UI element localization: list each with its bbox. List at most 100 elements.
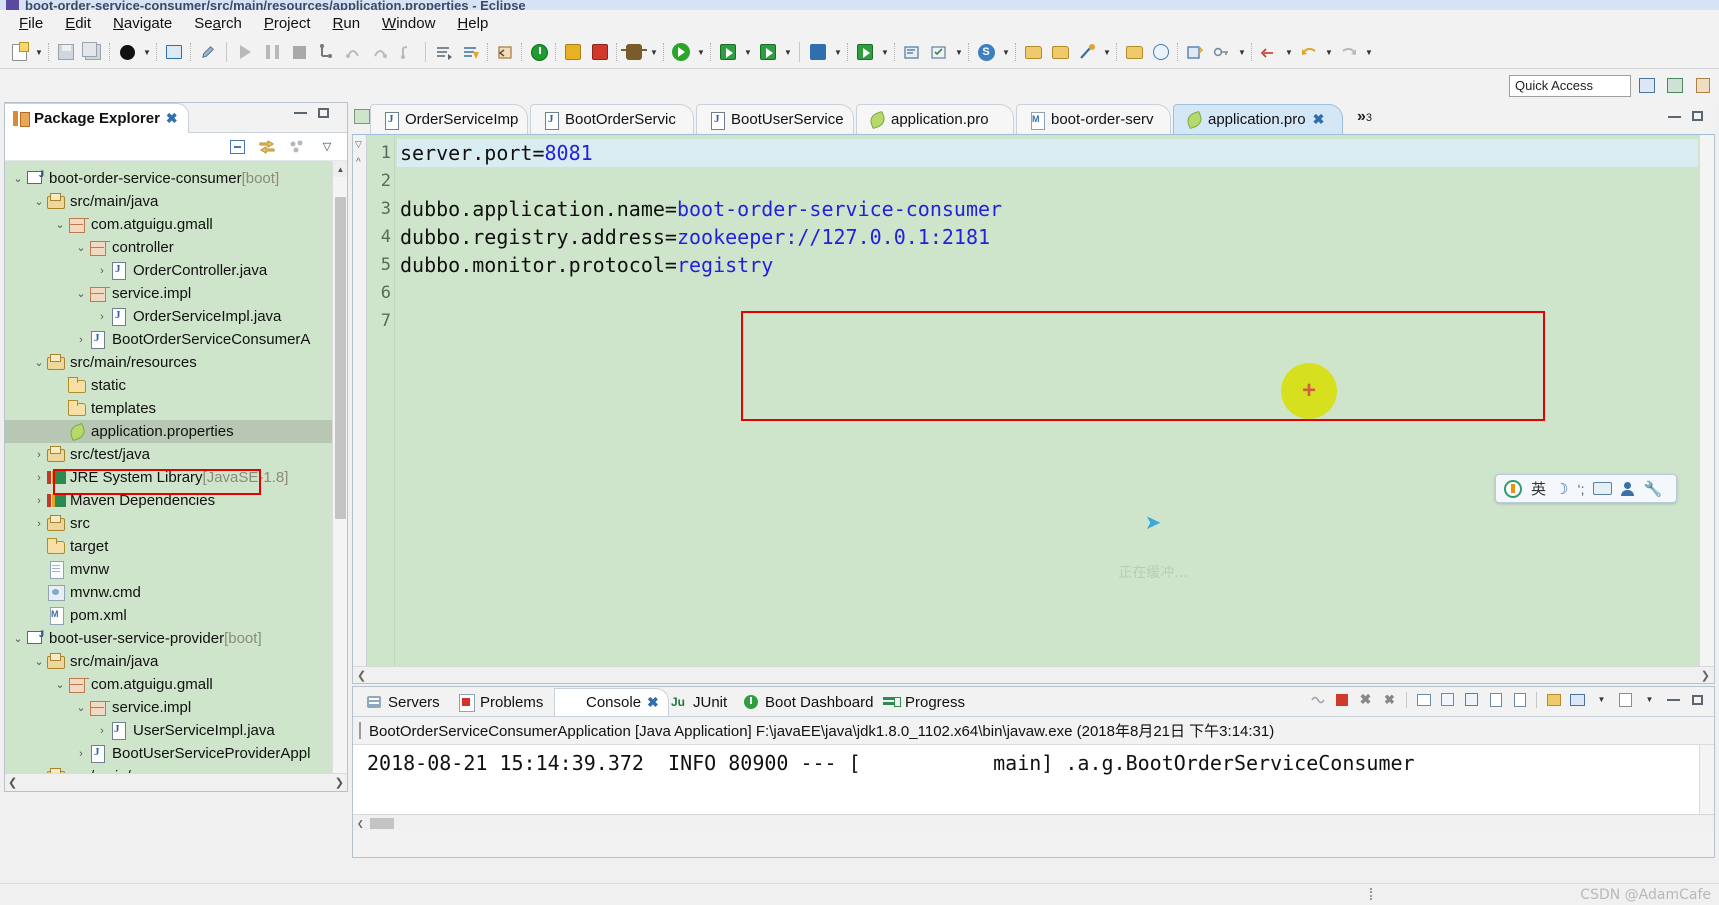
- new-console-view-icon[interactable]: [1567, 689, 1588, 710]
- console-tab[interactable]: JUnit: [662, 688, 736, 716]
- console-scroll-left-icon[interactable]: ❮: [357, 817, 364, 830]
- scroll-thumb[interactable]: [335, 197, 346, 519]
- editor-tab[interactable]: BootUserService: [696, 104, 854, 134]
- resize-handle[interactable]: [1370, 888, 1372, 900]
- key-button[interactable]: [1209, 39, 1235, 65]
- tree-row[interactable]: › BootUserServiceProviderAppl: [5, 742, 347, 765]
- remove-all-terminated-icon[interactable]: ✖: [1379, 689, 1400, 710]
- tree-row[interactable]: › BootOrderServiceConsumerA: [5, 328, 347, 351]
- new-java-project-dropdown-icon[interactable]: ▼: [832, 39, 844, 65]
- tree-row[interactable]: static: [5, 374, 347, 397]
- console-tab[interactable]: Boot Dashboard: [734, 688, 882, 716]
- code-line[interactable]: dubbo.monitor.protocol=registry: [397, 251, 1698, 279]
- tree-row[interactable]: › UserServiceImpl.java: [5, 719, 347, 742]
- menu-run[interactable]: Run: [322, 13, 372, 34]
- twisty-expanded-icon[interactable]: ⌄: [11, 172, 25, 185]
- editor-code[interactable]: server.port=8081 dubbo.application.name=…: [397, 135, 1698, 683]
- step-into-button[interactable]: [313, 39, 339, 65]
- chevron-down-icon[interactable]: ▽: [317, 137, 337, 157]
- twisty-collapsed-icon[interactable]: ›: [32, 518, 46, 530]
- console-output[interactable]: 2018-08-21 15:14:39.372 INFO 80900 --- […: [353, 745, 1714, 831]
- step-over-button[interactable]: [340, 39, 366, 65]
- remove-launch-icon[interactable]: ✖: [1355, 689, 1376, 710]
- editor-horizontal-scrollbar[interactable]: ❮ ❯: [353, 666, 1714, 683]
- save-all-button[interactable]: [80, 39, 106, 65]
- twisty-expanded-icon[interactable]: ⌄: [11, 632, 25, 645]
- undo-history-dropdown-icon[interactable]: ▼: [1283, 39, 1295, 65]
- twisty-expanded-icon[interactable]: ⌄: [32, 655, 46, 668]
- ime-mode-label[interactable]: 英: [1531, 478, 1546, 499]
- wrench-icon[interactable]: 🔧: [1643, 480, 1662, 498]
- tree-row[interactable]: target: [5, 535, 347, 558]
- scroll-right-icon[interactable]: ❯: [335, 776, 344, 789]
- tree-row[interactable]: templates: [5, 397, 347, 420]
- maximize-icon[interactable]: [318, 108, 329, 118]
- new-java-project-button[interactable]: [805, 39, 831, 65]
- new-console-icon[interactable]: [1615, 689, 1636, 710]
- run-dropdown-icon[interactable]: ▼: [695, 39, 707, 65]
- twisty-collapsed-icon[interactable]: ›: [95, 265, 109, 277]
- tree-row[interactable]: › src/test/java: [5, 443, 347, 466]
- last-edit-location-button[interactable]: [492, 39, 518, 65]
- run-green-button[interactable]: [526, 39, 552, 65]
- word-wrap-icon[interactable]: [1509, 689, 1530, 710]
- twisty-collapsed-icon[interactable]: ›: [32, 449, 46, 461]
- new-button[interactable]: [6, 39, 32, 65]
- console-maximize-icon[interactable]: [1687, 689, 1708, 710]
- back-dropdown-icon[interactable]: ▼: [1323, 39, 1335, 65]
- suspend-button[interactable]: [259, 39, 285, 65]
- new-class-button[interactable]: [852, 39, 878, 65]
- show-view-button[interactable]: [1148, 39, 1174, 65]
- editor-tab[interactable]: boot-order-serv: [1016, 104, 1171, 134]
- new-dropdown-icon[interactable]: ▼: [33, 39, 45, 65]
- coverage-red-button[interactable]: [587, 39, 613, 65]
- tree-row[interactable]: ⌄ controller: [5, 236, 347, 259]
- close-icon[interactable]: ✖: [1313, 111, 1325, 128]
- open-task-button[interactable]: [926, 39, 952, 65]
- console-minimize-icon[interactable]: [1663, 689, 1684, 710]
- coverage-dropdown-icon[interactable]: ▼: [742, 39, 754, 65]
- editor-scroll-left-icon[interactable]: ❮: [357, 669, 366, 682]
- tree-row[interactable]: mvnw: [5, 558, 347, 581]
- user-icon[interactable]: [1621, 481, 1635, 496]
- save-button[interactable]: [53, 39, 79, 65]
- ime-logo-icon[interactable]: [1504, 479, 1522, 498]
- terminate-button[interactable]: [286, 39, 312, 65]
- tree-row[interactable]: ⌄ src/main/java: [5, 190, 347, 213]
- twisty-expanded-icon[interactable]: ⌄: [53, 218, 67, 231]
- open-console-icon[interactable]: [1543, 689, 1564, 710]
- display-selected-console-icon[interactable]: [1485, 689, 1506, 710]
- open-resource-button[interactable]: [1020, 39, 1046, 65]
- tree-row[interactable]: ⌄ service.impl: [5, 282, 347, 305]
- twisty-expanded-icon[interactable]: ⌄: [32, 356, 46, 369]
- console-tab[interactable]: Servers: [357, 688, 449, 716]
- menu-file[interactable]: File: [8, 13, 54, 34]
- minimize-icon[interactable]: [294, 111, 307, 114]
- open-perspective-button[interactable]: [1121, 39, 1147, 65]
- user-button[interactable]: [114, 39, 140, 65]
- tree-row[interactable]: ⌄ src/main/resources: [5, 351, 347, 374]
- menu-edit[interactable]: Edit: [54, 13, 102, 34]
- tree-row[interactable]: › OrderController.java: [5, 259, 347, 282]
- twisty-expanded-icon[interactable]: ⌄: [74, 701, 88, 714]
- step-return-button[interactable]: [367, 39, 393, 65]
- tree-row[interactable]: › src: [5, 512, 347, 535]
- menu-help[interactable]: Help: [446, 13, 499, 34]
- skip-all-breakpoints-button[interactable]: [431, 39, 457, 65]
- console-tab[interactable]: Problems: [449, 688, 552, 716]
- view-menu-icon[interactable]: [287, 137, 307, 157]
- key-dropdown-icon[interactable]: ▼: [1236, 39, 1248, 65]
- pin-console-icon[interactable]: [1461, 689, 1482, 710]
- profile-button[interactable]: [755, 39, 781, 65]
- code-line[interactable]: [397, 279, 1698, 307]
- scroll-left-icon[interactable]: ❮: [8, 776, 17, 789]
- pin-editor-button[interactable]: [1182, 39, 1208, 65]
- keyboard-icon[interactable]: [1593, 482, 1613, 495]
- tree-row[interactable]: › JRE System Library [JavaSE-1.8]: [5, 466, 347, 489]
- run-ant-dropdown-icon[interactable]: ▼: [1101, 39, 1113, 65]
- forward-button[interactable]: [1336, 39, 1362, 65]
- twisty-expanded-icon[interactable]: ⌄: [53, 678, 67, 691]
- tree-row[interactable]: ⌄ boot-order-service-consumer [boot]: [5, 167, 347, 190]
- link-with-editor-icon[interactable]: [257, 137, 277, 157]
- editor-tab[interactable]: application.pro ✖: [1173, 104, 1343, 134]
